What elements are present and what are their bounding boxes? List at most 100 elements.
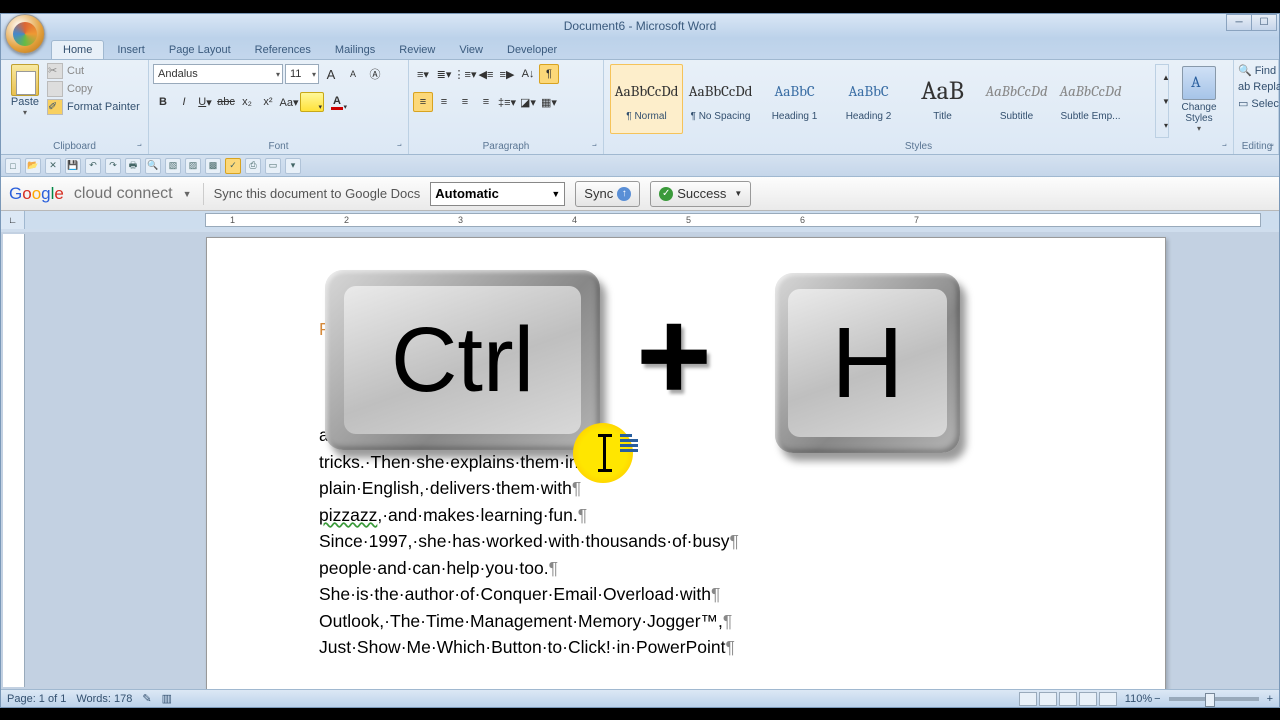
- zoom-level[interactable]: 110%: [1125, 693, 1152, 705]
- vertical-ruler[interactable]: [3, 234, 25, 687]
- page-status[interactable]: Page: 1 of 1: [7, 693, 66, 705]
- subscript-button[interactable]: x₂: [237, 92, 257, 112]
- shading-button[interactable]: ◪▾: [518, 92, 538, 112]
- align-center-button[interactable]: ≡: [434, 92, 454, 112]
- underline-button[interactable]: U▾: [195, 92, 215, 112]
- qat-btn3[interactable]: ▩: [205, 158, 221, 174]
- view-full[interactable]: [1039, 692, 1057, 706]
- horizontal-ruler[interactable]: 1234567: [205, 213, 1261, 227]
- view-outline[interactable]: [1079, 692, 1097, 706]
- gcc-sync-text: Sync this document to Google Docs: [214, 186, 421, 201]
- layout-icon[interactable]: ▥: [162, 692, 172, 705]
- font-name-combo[interactable]: Andalus: [153, 64, 283, 84]
- gcc-mode-select[interactable]: Automatic: [430, 182, 565, 206]
- minimize-button[interactable]: ─: [1226, 14, 1252, 31]
- tab-home[interactable]: Home: [51, 40, 104, 59]
- change-styles-button[interactable]: Change Styles ▾: [1169, 62, 1229, 140]
- cloud-connect-label: cloud connect: [74, 185, 173, 203]
- tab-references[interactable]: References: [244, 41, 322, 59]
- shrink-font-button[interactable]: A: [343, 64, 363, 84]
- page[interactable]: P m C t and·pulls·out·the·best·tips·and¶…: [206, 237, 1166, 689]
- style-gallery[interactable]: AaBbCcDd¶ NormalAaBbCcDd¶ No SpacingAaBb…: [608, 62, 1155, 140]
- tab-view[interactable]: View: [448, 41, 494, 59]
- qat-more[interactable]: ▾: [285, 158, 301, 174]
- tab-selector[interactable]: ∟: [1, 211, 25, 229]
- borders-button[interactable]: ▦▾: [539, 92, 559, 112]
- indent-dec-button[interactable]: ◀≡: [476, 64, 496, 84]
- view-draft[interactable]: [1099, 692, 1117, 706]
- font-color-button[interactable]: A: [325, 92, 349, 112]
- qat-btn1[interactable]: ▧: [165, 158, 181, 174]
- qat-open[interactable]: 📂: [25, 158, 41, 174]
- tab-developer[interactable]: Developer: [496, 41, 568, 59]
- justify-button[interactable]: ≡: [476, 92, 496, 112]
- qat-print[interactable]: 🖶: [125, 158, 141, 174]
- align-left-button[interactable]: ≡: [413, 92, 433, 112]
- qat-btn6[interactable]: ▭: [265, 158, 281, 174]
- style-subtitle[interactable]: AaBbCcDdSubtitle: [980, 64, 1053, 134]
- grow-font-button[interactable]: A: [321, 64, 341, 84]
- align-right-button[interactable]: ≡: [455, 92, 475, 112]
- indent-inc-button[interactable]: ≡▶: [497, 64, 517, 84]
- style--normal[interactable]: AaBbCcDd¶ Normal: [610, 64, 683, 134]
- word-count[interactable]: Words: 178: [76, 693, 132, 705]
- tab-page-layout[interactable]: Page Layout: [158, 41, 242, 59]
- gcc-menu-button[interactable]: ▼: [183, 189, 193, 199]
- document-body[interactable]: P m C t and·pulls·out·the·best·tips·and¶…: [319, 316, 1055, 661]
- change-case-button[interactable]: Aa▾: [279, 92, 299, 112]
- show-marks-button[interactable]: ¶: [539, 64, 559, 84]
- numbering-button[interactable]: ≣▾: [434, 64, 454, 84]
- copy-button: Copy: [47, 80, 144, 98]
- view-web[interactable]: [1059, 692, 1077, 706]
- qat-redo[interactable]: ↷: [105, 158, 121, 174]
- qat-preview[interactable]: 🔍: [145, 158, 161, 174]
- tab-insert[interactable]: Insert: [106, 41, 156, 59]
- proof-icon[interactable]: ✎: [142, 692, 151, 705]
- qat-new[interactable]: □: [5, 158, 21, 174]
- strike-button[interactable]: abc: [216, 92, 236, 112]
- bullets-button[interactable]: ≡▾: [413, 64, 433, 84]
- qat-btn4[interactable]: ✓: [225, 158, 241, 174]
- find-button[interactable]: 🔍Find: [1238, 62, 1276, 79]
- statusbar: Page: 1 of 1 Words: 178 ✎ ▥ 110% − +: [1, 689, 1279, 707]
- sort-button[interactable]: A↓: [518, 64, 538, 84]
- qat-save[interactable]: 💾: [65, 158, 81, 174]
- window-title: Document6 - Microsoft Word: [564, 19, 717, 33]
- paste-button[interactable]: Paste ▾: [5, 62, 45, 136]
- zoom-slider[interactable]: [1169, 697, 1259, 701]
- select-button[interactable]: ▭Selec: [1238, 95, 1276, 112]
- replace-button[interactable]: abRepla: [1238, 79, 1276, 95]
- tab-mailings[interactable]: Mailings: [324, 41, 386, 59]
- format-painter-button[interactable]: ✐Format Painter: [47, 98, 144, 116]
- document-area: P m C t and·pulls·out·the·best·tips·and¶…: [1, 232, 1279, 689]
- zoom-in[interactable]: +: [1267, 693, 1273, 705]
- highlight-button[interactable]: [300, 92, 324, 112]
- gcc-sync-button[interactable]: Sync↑: [575, 181, 640, 207]
- style-subtle-emp-[interactable]: AaBbCcDdSubtle Emp...: [1054, 64, 1127, 134]
- font-size-combo[interactable]: 11: [285, 64, 319, 84]
- view-print[interactable]: [1019, 692, 1037, 706]
- qat-btn5[interactable]: ⎙: [245, 158, 261, 174]
- clear-format-button[interactable]: Ⓐ: [365, 64, 385, 84]
- office-button[interactable]: [5, 14, 45, 54]
- multilevel-button[interactable]: ⋮≡▾: [455, 64, 475, 84]
- ruler-area: ∟ 1234567: [1, 211, 1279, 229]
- style-heading-2[interactable]: AaBbCHeading 2: [832, 64, 905, 134]
- line-spacing-button[interactable]: ‡≡▾: [497, 92, 517, 112]
- style--no-spacing[interactable]: AaBbCcDd¶ No Spacing: [684, 64, 757, 134]
- zoom-out[interactable]: −: [1154, 693, 1160, 705]
- qat-btn2[interactable]: ▨: [185, 158, 201, 174]
- gcc-status-button[interactable]: ✓Success▼: [650, 181, 751, 207]
- bold-button[interactable]: B: [153, 92, 173, 112]
- superscript-button[interactable]: x²: [258, 92, 278, 112]
- maximize-button[interactable]: ☐: [1251, 14, 1277, 31]
- find-icon: 🔍: [1238, 64, 1252, 77]
- style-heading-1[interactable]: AaBbCHeading 1: [758, 64, 831, 134]
- qat-close[interactable]: ✕: [45, 158, 61, 174]
- word-window: Document6 - Microsoft Word ─ ☐ HomeInser…: [0, 13, 1280, 708]
- tab-review[interactable]: Review: [388, 41, 446, 59]
- style-title[interactable]: AaBTitle: [906, 64, 979, 134]
- select-icon: ▭: [1238, 97, 1248, 110]
- italic-button[interactable]: I: [174, 92, 194, 112]
- qat-undo[interactable]: ↶: [85, 158, 101, 174]
